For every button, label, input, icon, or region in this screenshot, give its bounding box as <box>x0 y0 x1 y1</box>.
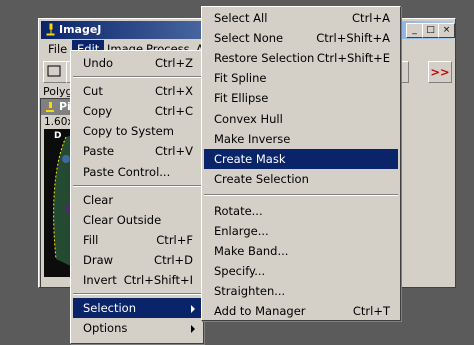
edit-menu-item-clear[interactable]: Clear <box>73 190 201 210</box>
menu-item-shortcut: Ctrl+Shift+A <box>316 31 390 46</box>
menu-item-label: Paste Control... <box>83 164 171 179</box>
menu-item-label: Rotate... <box>214 203 263 218</box>
submenu-arrow-icon <box>191 325 195 334</box>
menu-item-label: Selection <box>83 301 136 316</box>
maximize-button[interactable]: □ <box>422 23 439 38</box>
menu-item-shortcut: Ctrl+Shift+I <box>123 273 193 287</box>
edit-menu-item-clear-outside[interactable]: Clear Outside <box>73 210 201 230</box>
selection-menu-item-restore-selection[interactable]: Restore Selection Ctrl+Shift+E <box>204 48 398 68</box>
menu-item-label: Fill <box>83 232 99 247</box>
edit-menu-item-selection[interactable]: Selection <box>73 298 201 319</box>
edit-menu-item-cut[interactable]: Cut Ctrl+X <box>73 81 201 101</box>
menu-item-label: Straighten... <box>214 284 286 299</box>
menu-separator <box>73 76 201 79</box>
microscope-icon <box>46 23 55 36</box>
edit-menu-item-options[interactable]: Options <box>73 318 201 338</box>
menu-item-label: Invert <box>83 273 117 287</box>
selection-menu-item-make-inverse[interactable]: Make Inverse <box>204 129 398 149</box>
menu-item-label: Restore Selection <box>214 51 315 66</box>
menu-item-label: Options <box>83 321 128 336</box>
menu-item-label: Create Mask <box>214 151 286 166</box>
menu-separator <box>204 193 398 196</box>
menu-item-label: Undo <box>83 56 114 70</box>
menu-item-label: Select All <box>214 11 268 25</box>
menu-item-label: Add to Manager <box>214 304 306 319</box>
edit-menu-item-copy[interactable]: Copy Ctrl+C <box>73 101 201 121</box>
selection-menu-item-specify[interactable]: Specify... <box>204 261 398 281</box>
menu-item-shortcut: Ctrl+T <box>352 304 390 319</box>
selection-menu-item-enlarge[interactable]: Enlarge... <box>204 221 398 241</box>
edit-menu: Undo Ctrl+Z Cut Ctrl+X Copy Ctrl+C Copy to Sys… <box>70 50 204 344</box>
menu-item-label: Fit Spline <box>214 71 267 86</box>
selection-menu-item-straighten[interactable]: Straighten... <box>204 281 398 301</box>
window-title: ImageJ <box>59 23 102 36</box>
menu-item-label: Create Selection <box>214 171 309 186</box>
submenu-arrow-icon <box>191 305 195 314</box>
menu-item-label: Fit Ellipse <box>214 91 269 106</box>
edit-menu-item-copy-to-system[interactable]: Copy to System <box>73 121 201 141</box>
menu-separator <box>73 184 201 187</box>
selection-menu-item-convex-hull[interactable]: Convex Hull <box>204 109 398 129</box>
selection-menu-item-select-all[interactable]: Select All Ctrl+A <box>204 8 398 28</box>
selection-menu-item-create-mask[interactable]: Create Mask <box>204 148 398 169</box>
selection-menu-item-fit-spline[interactable]: Fit Spline <box>204 68 398 88</box>
menu-item-label: Clear <box>83 192 114 207</box>
edit-menu-item-fill[interactable]: Fill Ctrl+F <box>73 230 201 250</box>
rectangle-tool-button[interactable] <box>43 61 67 83</box>
selection-menu-item-make-band[interactable]: Make Band... <box>204 241 398 261</box>
microscope-icon <box>46 102 54 112</box>
menu-item-label: Select None <box>214 31 284 46</box>
selection-menu-item-rotate[interactable]: Rotate... <box>204 201 398 221</box>
menu-item-shortcut: Ctrl+Shift+E <box>316 51 390 66</box>
selection-menu-item-fit-ellipse[interactable]: Fit Ellipse <box>204 88 398 108</box>
close-button[interactable]: × <box>438 23 455 38</box>
menu-item-shortcut: Ctrl+A <box>352 11 390 25</box>
edit-menu-item-invert[interactable]: Invert Ctrl+Shift+I <box>73 270 201 290</box>
menu-item-label: Convex Hull <box>214 111 283 126</box>
selection-submenu: Select All Ctrl+A Select None Ctrl+Shift+A R… <box>201 6 401 321</box>
selection-menu-item-create-selection[interactable]: Create Selection <box>204 169 398 189</box>
menu-item-label: Copy to System <box>83 124 174 139</box>
menu-item-label: Enlarge... <box>214 224 269 238</box>
menu-item-label: Copy <box>83 104 113 119</box>
menu-item-label: Cut <box>83 84 103 99</box>
menu-item-shortcut: Ctrl+D <box>154 252 193 267</box>
edit-menu-item-draw[interactable]: Draw Ctrl+D <box>73 250 201 270</box>
edit-menu-item-paste-control[interactable]: Paste Control... <box>73 162 201 182</box>
menu-item-label: Draw <box>83 252 114 267</box>
menu-item-label: Clear Outside <box>83 212 162 227</box>
menu-file[interactable]: File <box>43 40 72 58</box>
menu-item-shortcut: Ctrl+C <box>154 104 193 119</box>
menu-item-label: Paste <box>83 144 115 159</box>
menu-item-shortcut: Ctrl+Z <box>155 56 193 70</box>
minimize-button[interactable]: _ <box>406 23 423 38</box>
menu-item-label: Specify... <box>214 264 266 279</box>
edit-menu-item-paste[interactable]: Paste Ctrl+V <box>73 141 201 161</box>
edit-menu-item-undo[interactable]: Undo Ctrl+Z <box>73 53 201 73</box>
status-text: Polyg <box>43 85 73 98</box>
menu-separator <box>73 293 201 296</box>
menu-item-label: Make Inverse <box>214 131 291 146</box>
menu-item-shortcut: Ctrl+X <box>155 84 193 99</box>
selection-menu-item-add-to-manager[interactable]: Add to Manager Ctrl+T <box>204 301 398 321</box>
rectangle-icon <box>47 65 61 77</box>
selection-menu-item-select-none[interactable]: Select None Ctrl+Shift+A <box>204 28 398 48</box>
menu-item-label: Make Band... <box>214 244 289 259</box>
menu-item-shortcut: Ctrl+V <box>155 144 193 159</box>
menu-item-shortcut: Ctrl+F <box>156 232 193 247</box>
more-tools-button[interactable]: >> <box>428 61 452 83</box>
